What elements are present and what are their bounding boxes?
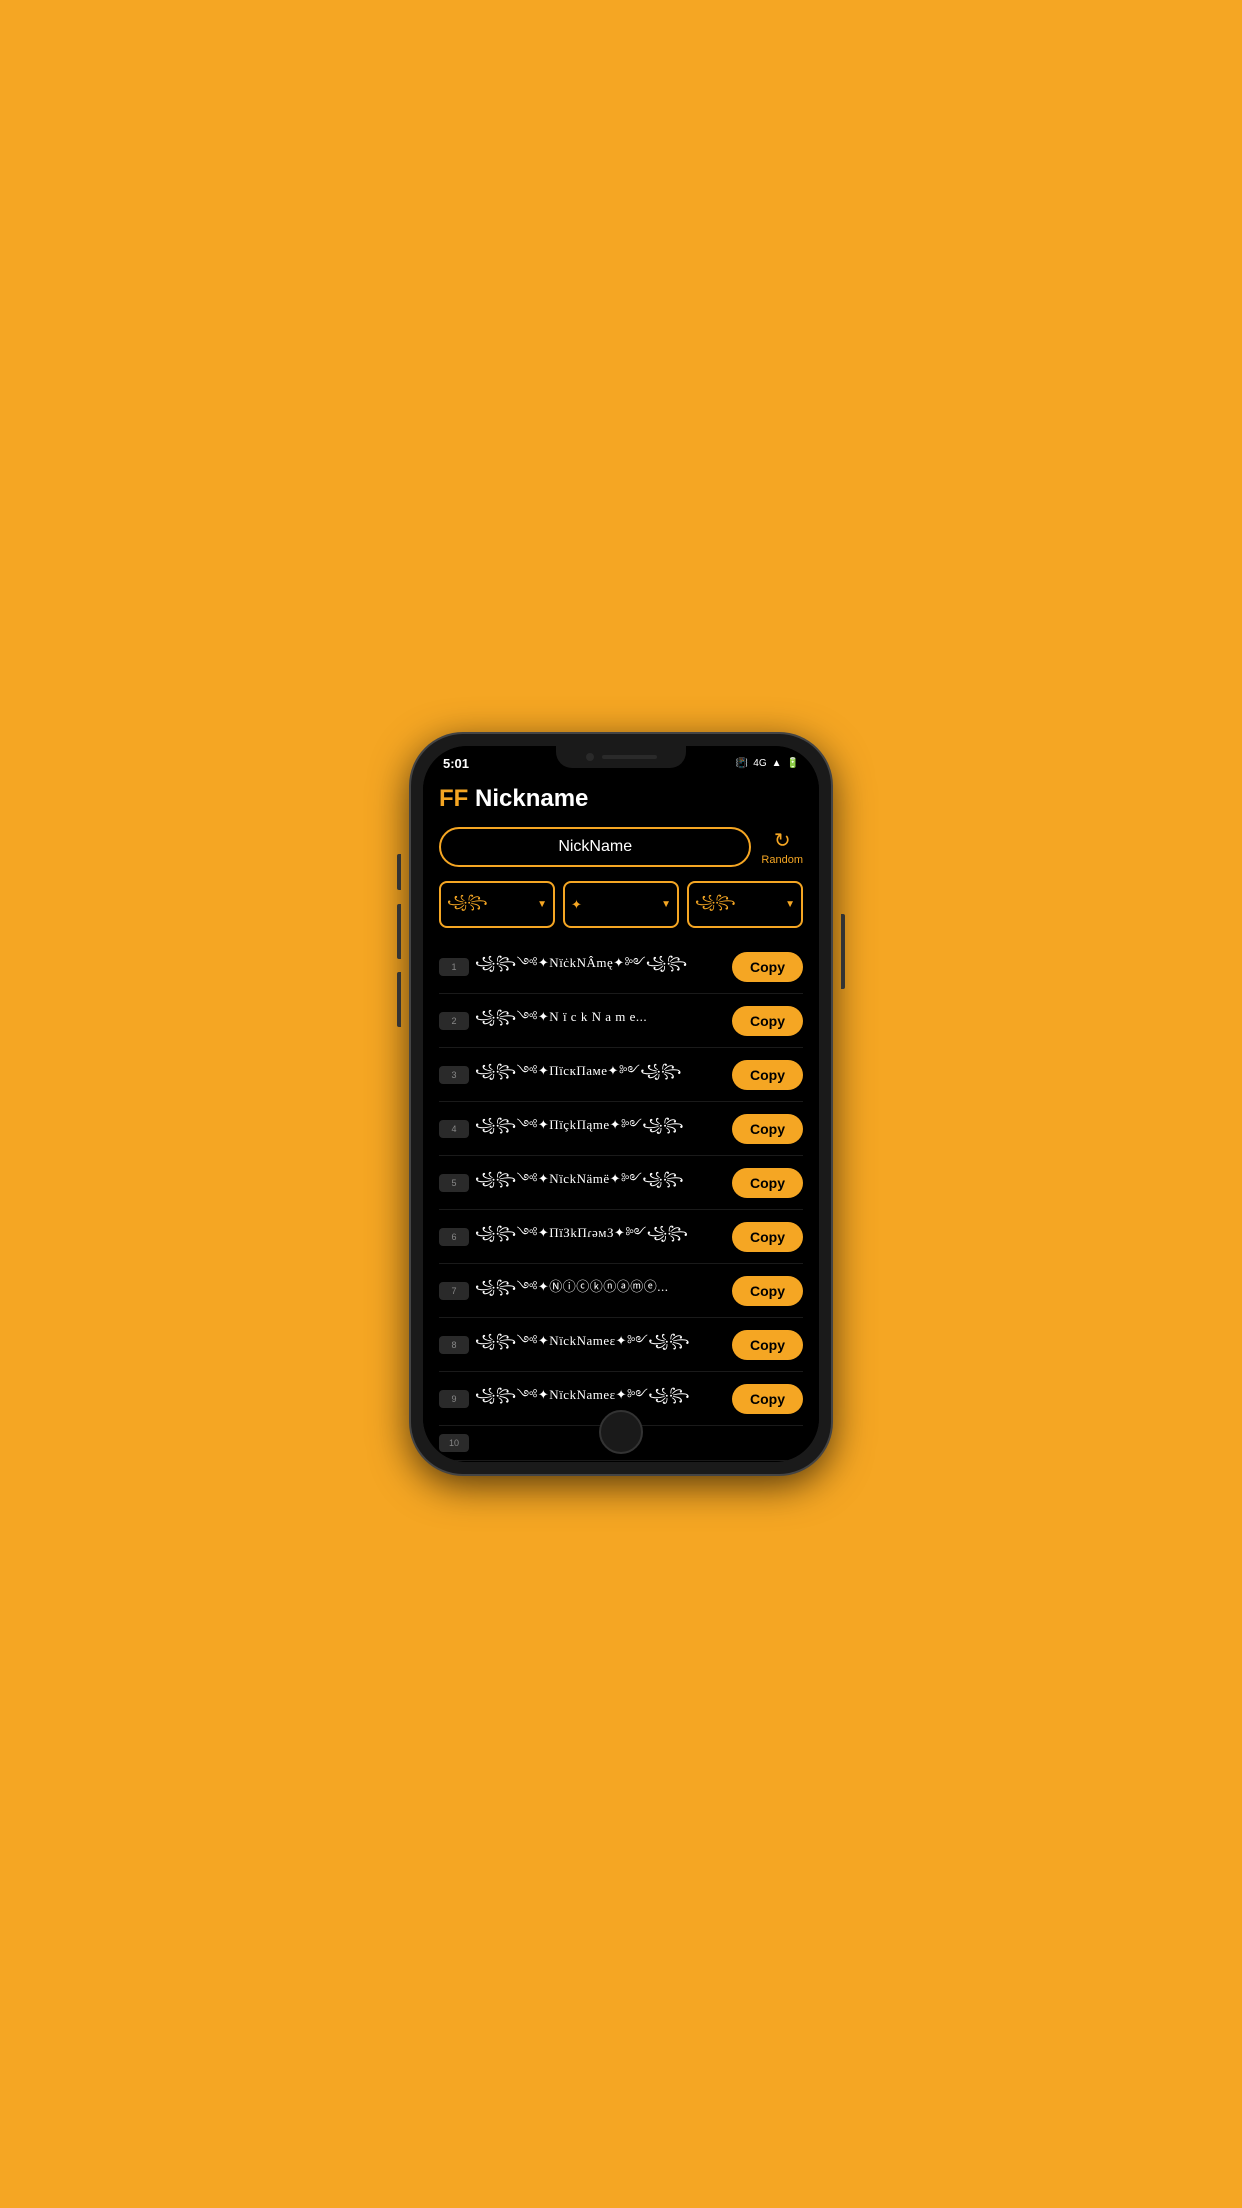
filter-prefix-text: ꧁꧂ [447, 891, 488, 918]
list-item: 5 ꧁꧂༺✦NïckNämë✦༻꧁꧂ Copy [439, 1156, 803, 1210]
silent-switch [397, 972, 401, 1027]
filter-row: ꧁꧂ ▼ ✦ ▼ ꧁꧂ ▼ [439, 881, 803, 928]
item-number-9: 9 [439, 1390, 469, 1408]
copy-button-5[interactable]: Copy [732, 1168, 803, 1198]
item-text-4: ꧁꧂༺✦ПїçkПąme✦༻꧁꧂ [475, 1110, 724, 1147]
battery-icon: 🔋 [787, 758, 799, 769]
list-item: 8 ꧁꧂༺✦NїckNameε✦༻꧁꧂ Copy [439, 1318, 803, 1372]
notch [556, 746, 686, 768]
input-row: ↻ Random [439, 827, 803, 867]
item-text-9: ꧁꧂༺✦NїckNameε✦༻꧁꧂ [475, 1380, 724, 1417]
title-nickname-text: Nickname [475, 785, 588, 812]
item-number-3: 3 [439, 1066, 469, 1084]
title-ff: FF [439, 785, 468, 812]
copy-button-2[interactable]: Copy [732, 1006, 803, 1036]
item-number-5: 5 [439, 1174, 469, 1192]
item-text-1: ꧁꧂༺✦NїċkNÂmę✦༻꧁꧂ [475, 948, 724, 985]
item-text-8: ꧁꧂༺✦NїckNameε✦༻꧁꧂ [475, 1326, 724, 1363]
nickname-list: 1 ꧁꧂༺✦NїċkNÂmę✦༻꧁꧂ Copy 2 ꧁꧂༺✦N ї c k N … [439, 940, 803, 1461]
app-title: FF Nickname [439, 785, 803, 813]
copy-button-9[interactable]: Copy [732, 1384, 803, 1414]
filter-center[interactable]: ✦ ▼ [563, 881, 679, 928]
random-label: Random [761, 854, 803, 866]
item-number-4: 4 [439, 1120, 469, 1138]
status-time: 5:01 [443, 756, 469, 771]
front-camera [586, 753, 594, 761]
vibrate-icon: 📳 [736, 758, 748, 769]
home-button[interactable] [599, 1410, 643, 1454]
chevron-down-icon: ▼ [537, 899, 547, 910]
status-icons: 📳 4G ▲ 🔋 [736, 758, 799, 769]
wifi-icon: ▲ [772, 758, 782, 769]
phone-frame: 5:01 📳 4G ▲ 🔋 FF Nickname ↻ Random [411, 734, 831, 1474]
item-number-7: 7 [439, 1282, 469, 1300]
copy-button-3[interactable]: Copy [732, 1060, 803, 1090]
filter-prefix[interactable]: ꧁꧂ ▼ [439, 881, 555, 928]
list-item: 1 ꧁꧂༺✦NїċkNÂmę✦༻꧁꧂ Copy [439, 940, 803, 994]
item-number-10: 10 [439, 1434, 469, 1452]
list-item: 2 ꧁꧂༺✦N ї c k N a m e... Copy [439, 994, 803, 1048]
random-icon: ↻ [774, 828, 791, 853]
volume-down-button [397, 904, 401, 959]
chevron-down-icon: ▼ [661, 899, 671, 910]
copy-button-8[interactable]: Copy [732, 1330, 803, 1360]
signal-icon: 4G [753, 758, 766, 769]
nickname-input[interactable] [439, 827, 751, 867]
speaker [602, 755, 657, 759]
item-text-6: ꧁꧂༺✦ПїЗkПɾǝмЗ✦༻꧁꧂ [475, 1218, 724, 1255]
copy-button-4[interactable]: Copy [732, 1114, 803, 1144]
list-item: 3 ꧁꧂༺✦ПїскПаме✦༻꧁꧂ Copy [439, 1048, 803, 1102]
item-number-8: 8 [439, 1336, 469, 1354]
item-number-1: 1 [439, 958, 469, 976]
phone-screen: 5:01 📳 4G ▲ 🔋 FF Nickname ↻ Random [423, 746, 819, 1462]
random-button[interactable]: ↻ Random [761, 828, 803, 866]
volume-up-button [397, 854, 401, 890]
filter-suffix[interactable]: ꧁꧂ ▼ [687, 881, 803, 928]
item-text-7: ꧁꧂༺✦Ⓝⓘⓒⓚⓝⓐⓜⓔ... [475, 1272, 724, 1309]
item-number-6: 6 [439, 1228, 469, 1246]
filter-center-text: ✦ [571, 897, 582, 913]
item-text-2: ꧁꧂༺✦N ї c k N a m e... [475, 1002, 724, 1039]
app-content: FF Nickname ↻ Random ꧁꧂ ▼ ✦ [423, 775, 819, 1462]
list-item: 7 ꧁꧂༺✦Ⓝⓘⓒⓚⓝⓐⓜⓔ... Copy [439, 1264, 803, 1318]
list-item: 4 ꧁꧂༺✦ПїçkПąme✦༻꧁꧂ Copy [439, 1102, 803, 1156]
item-number-2: 2 [439, 1012, 469, 1030]
list-item: 6 ꧁꧂༺✦ПїЗkПɾǝмЗ✦༻꧁꧂ Copy [439, 1210, 803, 1264]
power-button [841, 914, 845, 989]
filter-suffix-text: ꧁꧂ [695, 891, 736, 918]
item-text-3: ꧁꧂༺✦ПїскПаме✦༻꧁꧂ [475, 1056, 724, 1093]
chevron-down-icon: ▼ [785, 899, 795, 910]
copy-button-6[interactable]: Copy [732, 1222, 803, 1252]
item-text-5: ꧁꧂༺✦NïckNämë✦༻꧁꧂ [475, 1164, 724, 1201]
copy-button-7[interactable]: Copy [732, 1276, 803, 1306]
copy-button-1[interactable]: Copy [732, 952, 803, 982]
